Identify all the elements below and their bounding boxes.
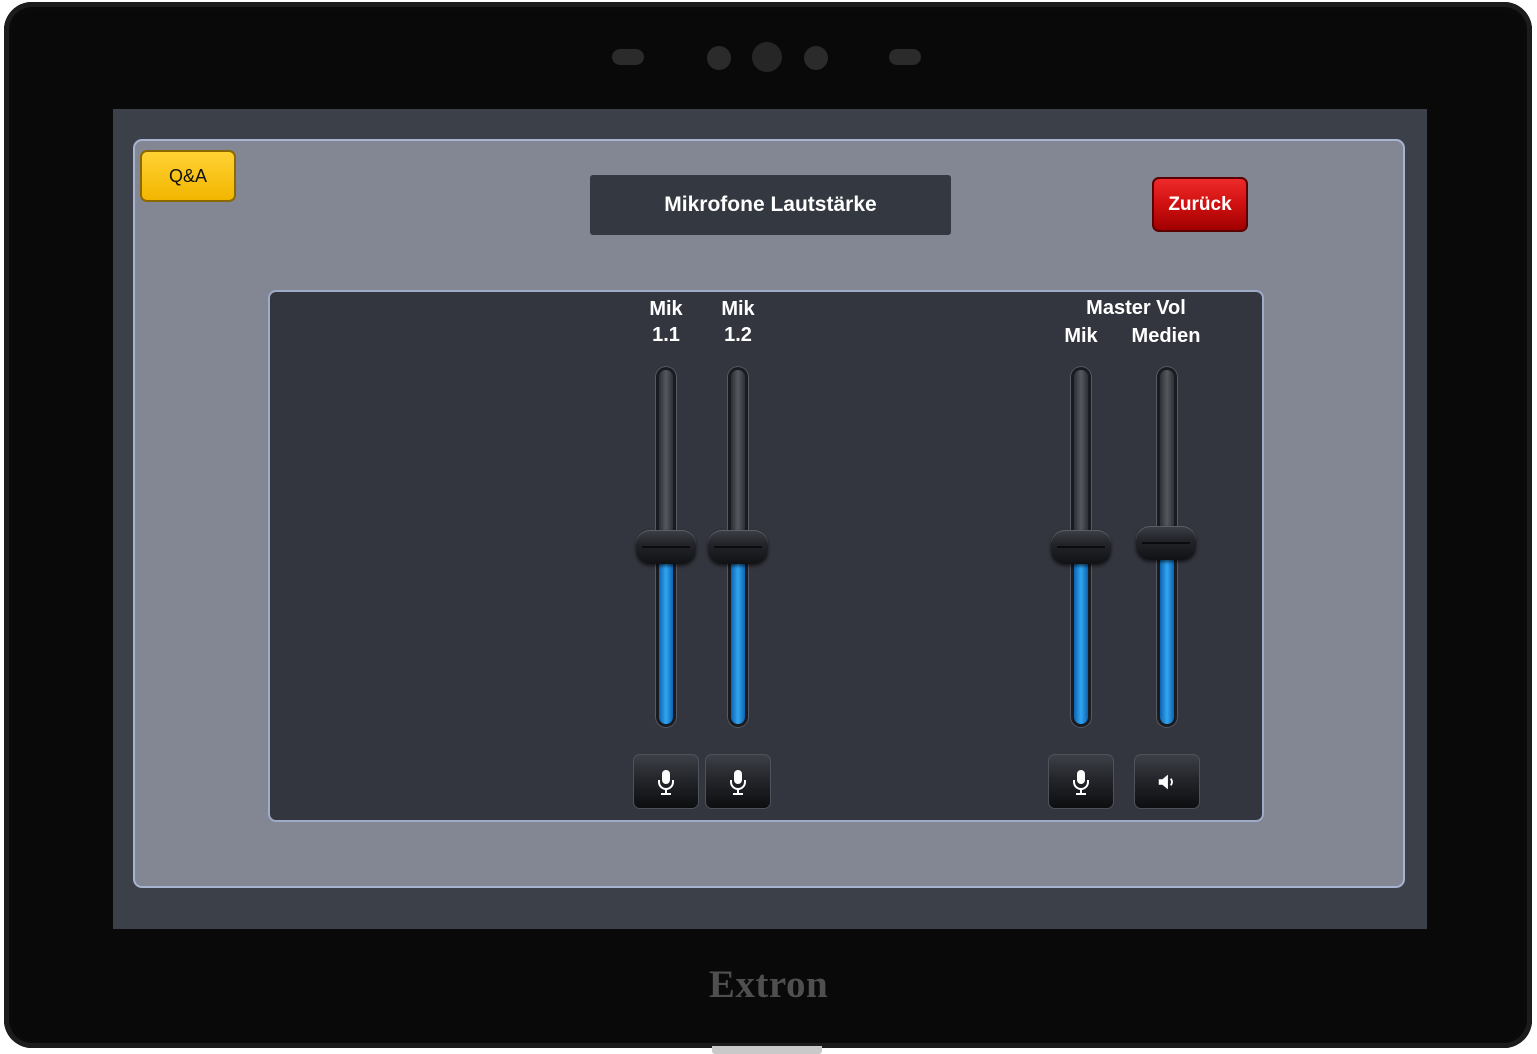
master-medien-label: Medien bbox=[1131, 325, 1201, 347]
slider-fill-mik-1-1 bbox=[659, 547, 673, 724]
master-volume-label: Master Vol bbox=[1086, 297, 1186, 319]
sensor-slot-right bbox=[889, 49, 921, 65]
slider-empty-master-mik bbox=[1074, 370, 1088, 547]
qa-button[interactable]: Q&A bbox=[140, 150, 236, 202]
master-mik-label: Mik bbox=[1064, 325, 1098, 347]
channel-label-mik-1-1-line2: 1.1 bbox=[652, 324, 680, 346]
slider-empty-mik-1-1 bbox=[659, 370, 673, 547]
channel-label-mik-1-2-line2: 1.2 bbox=[724, 324, 752, 346]
slider-fill-master-medien bbox=[1160, 543, 1174, 724]
back-button[interactable]: Zurück bbox=[1152, 177, 1248, 232]
slider-thumb-mik-1-1[interactable] bbox=[636, 530, 696, 564]
slider-empty-master-medien bbox=[1160, 370, 1174, 544]
microphone-icon bbox=[658, 769, 674, 795]
camera-lens bbox=[752, 42, 782, 72]
device-stand bbox=[712, 1046, 822, 1054]
sensor-dot bbox=[707, 46, 731, 70]
channel-label-mik-1-1-line1: Mik bbox=[649, 298, 683, 320]
slider-fill-master-mik bbox=[1074, 547, 1088, 724]
slider-empty-mik-1-2 bbox=[731, 370, 745, 547]
mute-button-mik-1-1[interactable] bbox=[633, 754, 699, 809]
slider-thumb-master-mik[interactable] bbox=[1051, 530, 1111, 564]
slider-thumb-master-medien[interactable] bbox=[1136, 526, 1196, 561]
sensor-dot bbox=[804, 46, 828, 70]
speaker-icon bbox=[1158, 774, 1173, 789]
sensor-slot-left bbox=[612, 49, 644, 65]
slider-fill-mik-1-2 bbox=[731, 547, 745, 724]
microphone-icon bbox=[730, 769, 746, 795]
microphone-icon bbox=[1073, 769, 1089, 795]
brand-logo: Extron bbox=[708, 963, 829, 1006]
mute-button-master-mik[interactable] bbox=[1048, 754, 1114, 809]
page-title: Mikrofone Lautstärke bbox=[590, 175, 951, 235]
slider-thumb-mik-1-2[interactable] bbox=[708, 530, 768, 564]
mute-button-mik-1-2[interactable] bbox=[705, 754, 771, 809]
channel-label-mik-1-2-line1: Mik bbox=[721, 298, 755, 320]
mute-button-master-medien[interactable] bbox=[1134, 754, 1200, 809]
